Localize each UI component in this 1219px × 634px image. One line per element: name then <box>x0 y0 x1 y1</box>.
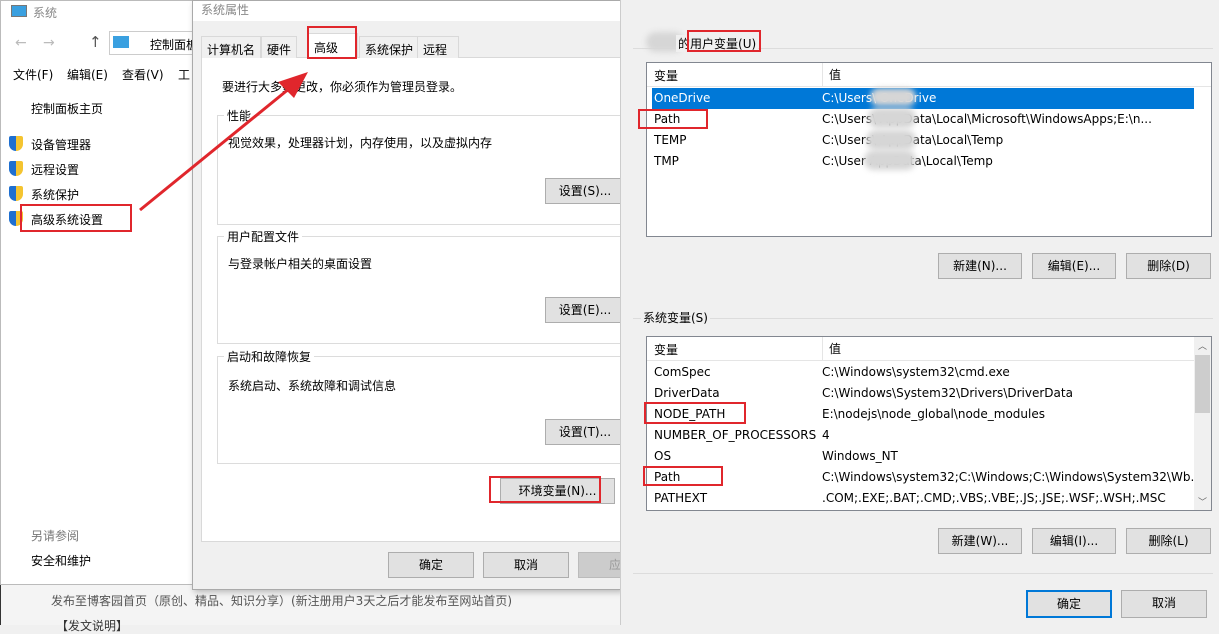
annotation-arrow <box>139 72 308 212</box>
